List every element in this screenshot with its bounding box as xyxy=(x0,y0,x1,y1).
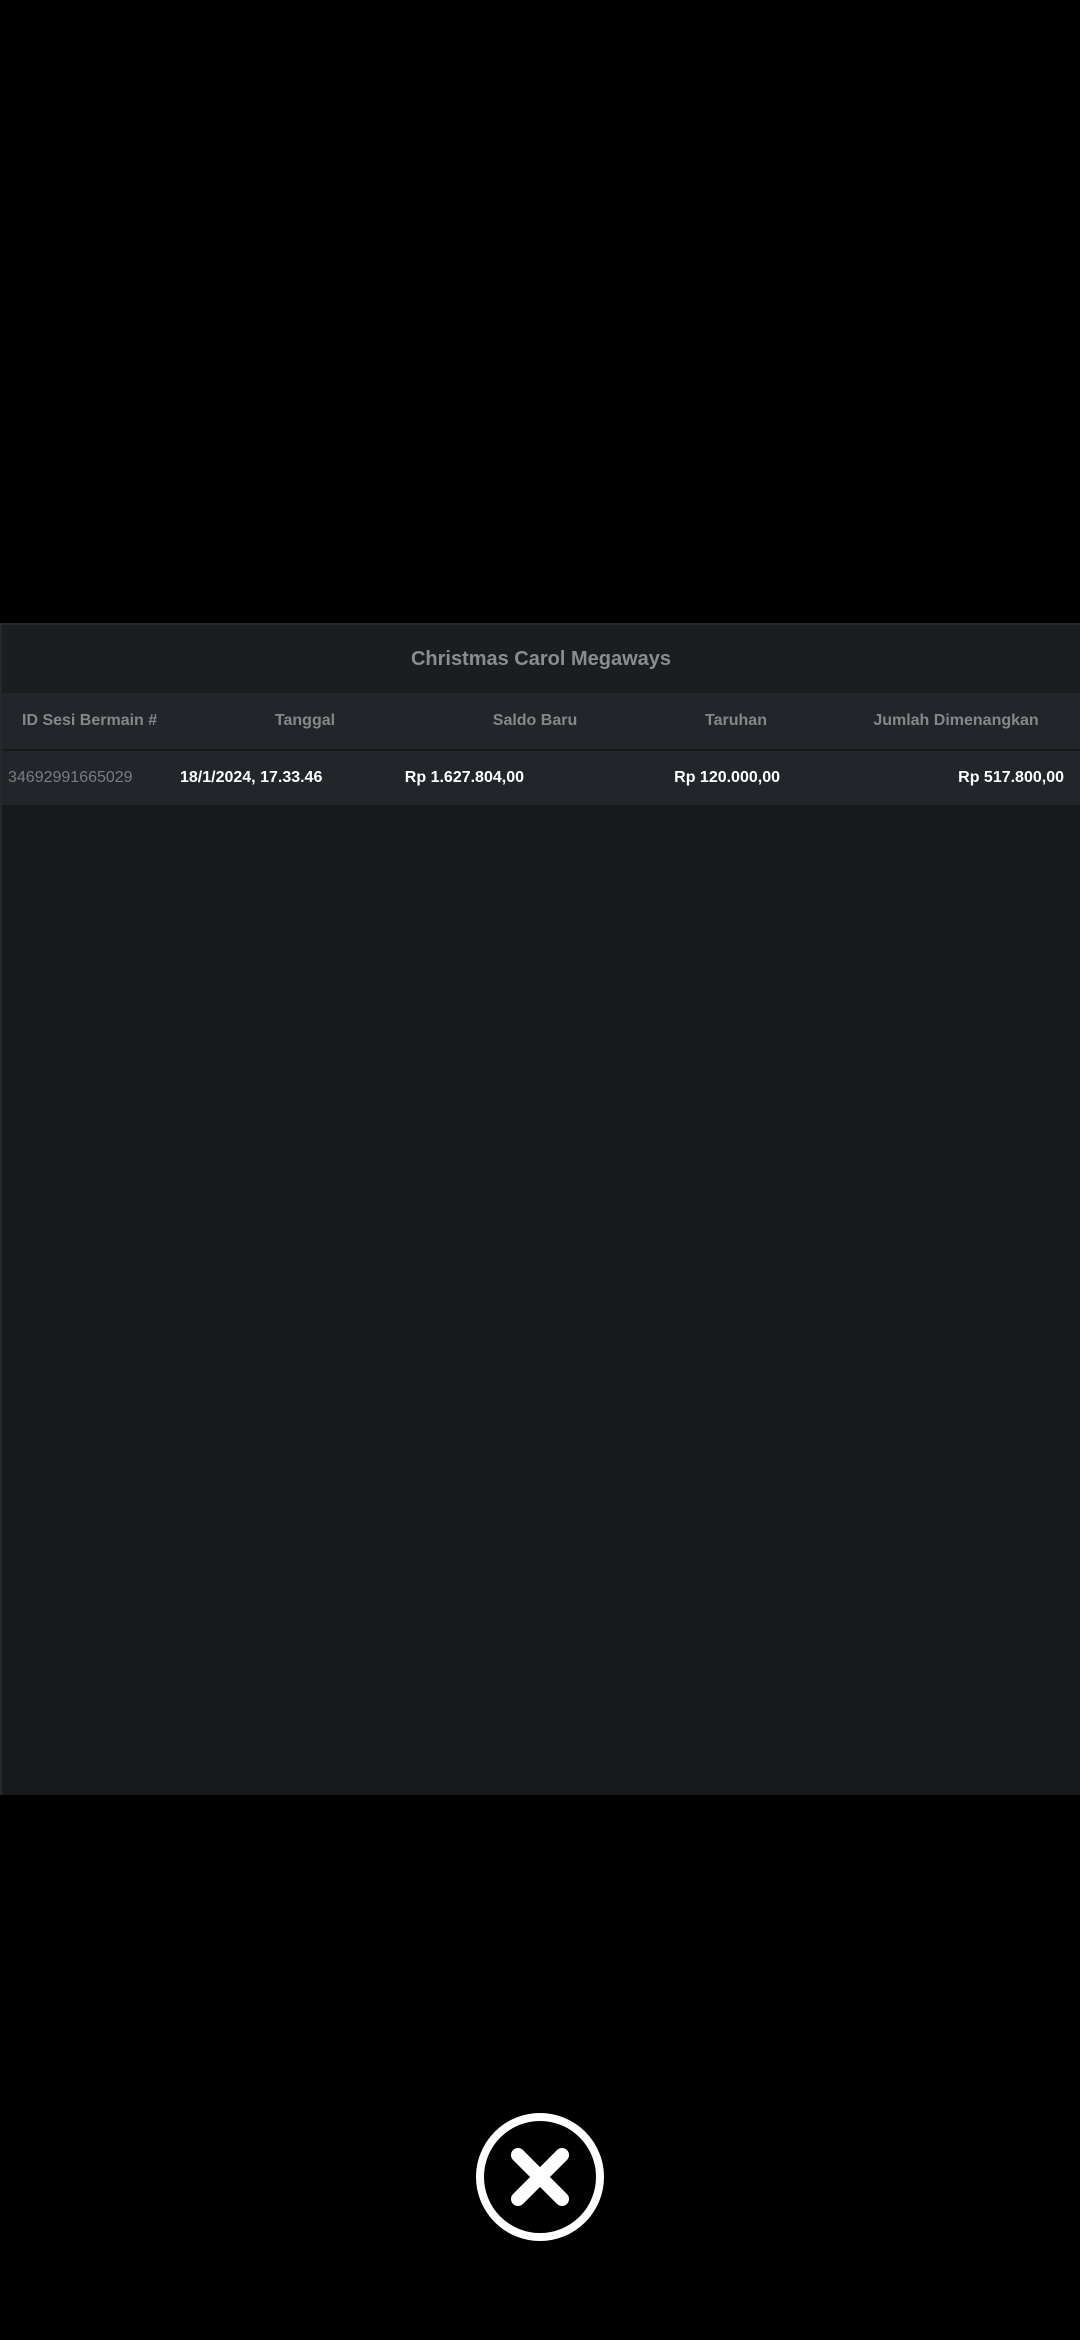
header-bet: Taruhan xyxy=(705,712,767,729)
header-session-id: ID Sesi Bermain # xyxy=(22,712,158,729)
table-row[interactable]: 34692991665029 18/1/2024, 17.33.46 Rp 1.… xyxy=(2,751,1080,805)
history-panel: Christmas Carol Megaways ID Sesi Bermain… xyxy=(0,623,1080,1795)
cell-new-balance: Rp 1.627.804,00 xyxy=(404,769,524,786)
cell-date: 18/1/2024, 17.33.46 xyxy=(180,769,323,786)
header-date: Tanggal xyxy=(274,712,336,729)
close-button[interactable] xyxy=(476,2113,604,2241)
table-header: ID Sesi Bermain # Tanggal Saldo Baru Tar… xyxy=(2,693,1080,749)
close-icon xyxy=(511,2148,569,2206)
header-amount-won: Jumlah Dimenangkan xyxy=(873,712,1039,729)
page: Christmas Carol Megaways ID Sesi Bermain… xyxy=(0,0,1080,2340)
header-new-balance: Saldo Baru xyxy=(492,712,578,729)
game-title: Christmas Carol Megaways xyxy=(2,625,1080,693)
cell-session-id: 34692991665029 xyxy=(8,769,133,786)
cell-amount-won: Rp 517.800,00 xyxy=(958,769,1064,786)
cell-bet: Rp 120.000,00 xyxy=(674,769,780,786)
